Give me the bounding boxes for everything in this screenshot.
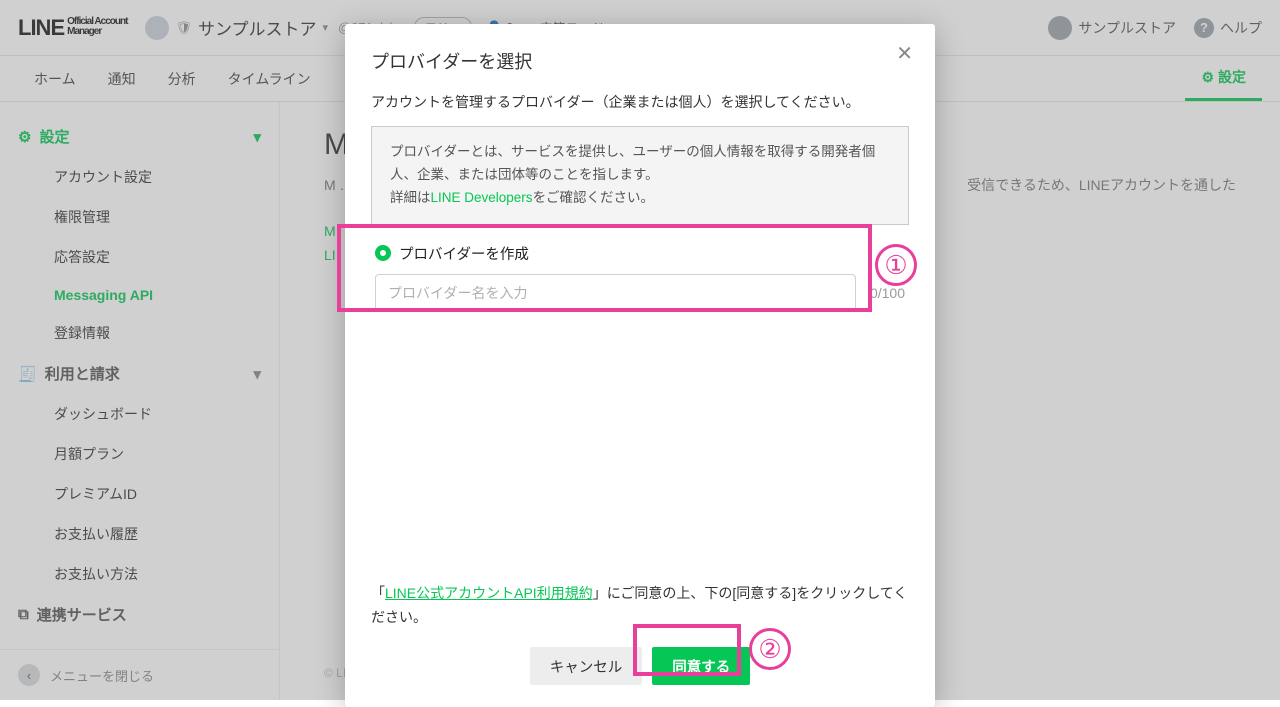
terms-text: 「LINE公式アカウントAPI利用規約」にご同意の上、下の[同意する]をクリック… [371,582,909,630]
modal-title: プロバイダーを選択 [371,48,909,74]
terms-link[interactable]: LINE公式アカウントAPI利用規約 [385,585,593,601]
cancel-button[interactable]: キャンセル [530,647,643,685]
agree-button[interactable]: 同意する [652,647,750,685]
provider-modal: ✕ プロバイダーを選択 アカウントを管理するプロバイダー（企業または個人）を選択… [345,24,935,707]
line-developers-link[interactable]: LINE Developers [431,190,533,205]
close-icon[interactable]: ✕ [896,44,913,64]
provider-name-row: 0/100 [371,274,909,322]
modal-overlay: ✕ プロバイダーを選択 アカウントを管理するプロバイダー（企業または個人）を選択… [0,0,1280,700]
create-provider-radio[interactable]: プロバイダーを作成 [371,237,909,274]
modal-actions: キャンセル 同意する [371,647,909,685]
provider-name-input[interactable] [375,274,856,312]
char-counter: 0/100 [870,285,905,301]
modal-infobox: プロバイダーとは、サービスを提供し、ユーザーの個人情報を取得する開発者個人、企業… [371,126,909,225]
modal-desc: アカウントを管理するプロバイダー（企業または個人）を選択してください。 [371,92,909,112]
radio-checked-icon [375,245,391,261]
